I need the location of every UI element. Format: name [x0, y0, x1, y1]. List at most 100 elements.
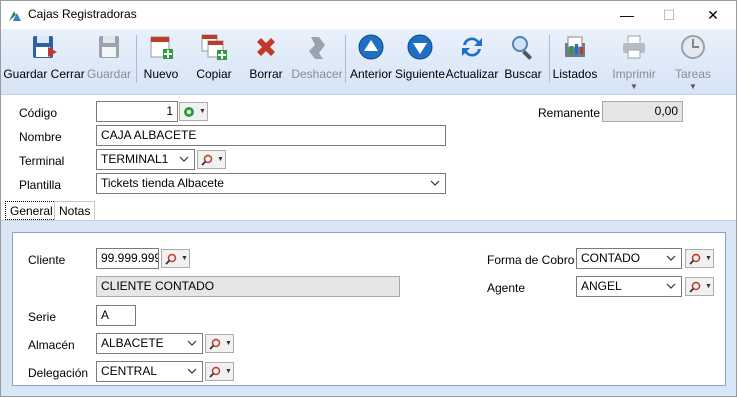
agente-label: Agente: [487, 281, 526, 295]
minimize-button[interactable]: —: [607, 1, 647, 29]
search-icon: [209, 366, 221, 378]
next-button[interactable]: Siguiente: [394, 29, 446, 95]
forma-cobro-label: Forma de Cobro: [487, 253, 575, 267]
reports-button[interactable]: Listados: [552, 29, 598, 95]
tab-general[interactable]: General: [5, 201, 58, 220]
tasks-label: Tareas: [674, 67, 712, 81]
chevron-down-icon: [430, 180, 440, 186]
undo-icon: [309, 37, 325, 59]
cliente-search-button[interactable]: ▼: [161, 249, 190, 268]
print-dropdown-arrow-icon: ▼: [630, 82, 638, 91]
terminal-label: Terminal: [19, 154, 65, 168]
chevron-down-icon: [666, 255, 676, 261]
tab-panel-general: Cliente 99.999.999 ▼ CLIENTE CONTADO Ser…: [1, 220, 736, 396]
new-label: Nuevo: [143, 67, 179, 81]
agente-search-button[interactable]: ▼: [685, 277, 714, 296]
codigo-label: Código: [19, 106, 58, 120]
print-label: Imprimir: [612, 67, 656, 81]
new-document-icon: [150, 36, 173, 59]
toolbar: Guardar Cerrar Guardar Nuevo Copiar Borr…: [1, 29, 736, 95]
save-label: Guardar: [86, 67, 132, 81]
search-icon: [201, 154, 213, 166]
tasks-dropdown-arrow-icon: ▼: [689, 82, 697, 91]
almacen-label: Almacén: [28, 338, 75, 352]
terminal-search-button[interactable]: ▼: [197, 150, 226, 169]
refresh-label: Actualizar: [445, 67, 499, 81]
delegacion-select[interactable]: CENTRAL: [96, 361, 203, 382]
plantilla-value: Tickets tienda Albacete: [101, 176, 224, 190]
new-button[interactable]: Nuevo: [139, 29, 183, 95]
cliente-code-input[interactable]: 99.999.999: [96, 248, 159, 269]
save-close-label: Guardar Cerrar: [3, 67, 85, 81]
maximize-icon: ☐: [662, 6, 676, 23]
almacen-select[interactable]: ALBACETE: [96, 333, 203, 354]
search-icon: [689, 281, 701, 293]
close-button[interactable]: ✕: [693, 1, 733, 29]
toolbar-separator: [136, 35, 137, 83]
previous-icon: [358, 34, 384, 60]
delete-icon: [257, 38, 275, 56]
forma-cobro-search-button[interactable]: ▼: [685, 249, 714, 268]
chevron-down-icon: ▼: [225, 340, 232, 347]
save-close-button[interactable]: Guardar Cerrar: [3, 29, 85, 95]
chevron-down-icon: ▼: [705, 283, 712, 290]
delegacion-search-button[interactable]: ▼: [205, 362, 234, 381]
chevron-down-icon: [179, 156, 189, 162]
chevron-down-icon: [666, 283, 676, 289]
cliente-label: Cliente: [28, 253, 66, 267]
chevron-down-icon: ▼: [705, 255, 712, 262]
refresh-button[interactable]: Actualizar: [446, 29, 498, 95]
remanente-field: 0,00: [602, 101, 683, 122]
chevron-down-icon: ▼: [181, 255, 188, 262]
tasks-button[interactable]: Tareas ▼: [669, 29, 717, 95]
close-icon: ✕: [707, 6, 719, 23]
chevron-down-icon: ▼: [199, 108, 206, 115]
codigo-input[interactable]: 1: [96, 101, 178, 122]
codigo-options-button[interactable]: ▼: [179, 102, 208, 121]
nombre-label: Nombre: [19, 130, 62, 144]
refresh-icon: [462, 37, 482, 57]
reports-icon: [565, 36, 585, 57]
serie-input[interactable]: A: [96, 305, 136, 326]
title-bar: Cajas Registradoras — ☐ ✕: [1, 1, 736, 29]
copy-button[interactable]: Copiar: [191, 29, 237, 95]
chevron-down-icon: ▼: [217, 156, 224, 163]
delete-label: Borrar: [249, 67, 283, 81]
plantilla-select[interactable]: Tickets tienda Albacete: [96, 173, 446, 194]
plantilla-label: Plantilla: [19, 178, 62, 192]
almacen-search-button[interactable]: ▼: [205, 334, 234, 353]
print-button[interactable]: Imprimir ▼: [608, 29, 660, 95]
toolbar-separator: [345, 35, 346, 83]
search-button[interactable]: Buscar: [502, 29, 544, 95]
save-button[interactable]: Guardar: [85, 29, 133, 95]
general-group-box: Cliente 99.999.999 ▼ CLIENTE CONTADO Ser…: [12, 232, 726, 386]
tab-notas[interactable]: Notas: [54, 201, 96, 220]
toolbar-separator: [549, 35, 550, 83]
agente-select[interactable]: ANGEL: [576, 276, 682, 297]
terminal-value: TERMINAL1: [101, 152, 169, 166]
terminal-select[interactable]: TERMINAL1: [96, 149, 195, 170]
forma-cobro-select[interactable]: CONTADO: [576, 248, 682, 269]
search-icon: [165, 253, 177, 265]
next-icon: [407, 34, 433, 60]
maximize-button[interactable]: ☐: [649, 1, 689, 29]
delete-button[interactable]: Borrar: [245, 29, 287, 95]
remanente-label: Remanente: [538, 106, 601, 120]
search-icon: [512, 36, 533, 60]
copy-label: Copiar: [196, 67, 232, 81]
tasks-clock-icon: [681, 35, 705, 59]
nombre-input[interactable]: CAJA ALBACETE: [96, 125, 446, 146]
undo-label: Deshacer: [291, 67, 343, 81]
app-window: Cajas Registradoras — ☐ ✕ Guardar Cerrar: [0, 0, 737, 397]
minimize-icon: —: [620, 7, 634, 23]
almacen-value: ALBACETE: [101, 336, 164, 350]
reports-label: Listados: [552, 67, 598, 81]
gear-icon: [184, 106, 194, 117]
tab-strip: General Notas: [1, 201, 736, 221]
printer-icon: [623, 35, 645, 59]
next-label: Siguiente: [394, 67, 446, 81]
chevron-down-icon: [187, 368, 197, 374]
previous-button[interactable]: Anterior: [348, 29, 394, 95]
save-close-icon: [33, 36, 57, 58]
undo-button[interactable]: Deshacer: [291, 29, 343, 95]
